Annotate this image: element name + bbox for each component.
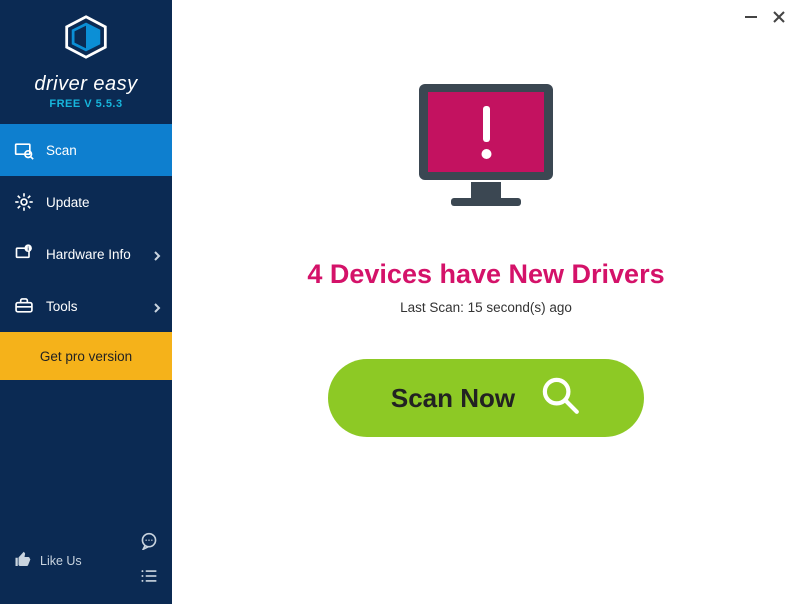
- hardware-info-icon: i: [14, 244, 34, 264]
- window-controls: [744, 10, 786, 24]
- sidebar-item-label: Scan: [46, 143, 77, 158]
- gear-icon: [14, 192, 34, 212]
- sidebar-item-hardware-info[interactable]: i Hardware Info: [0, 228, 172, 280]
- toolbox-icon: [14, 296, 34, 316]
- chevron-right-icon: [152, 301, 162, 311]
- get-pro-button[interactable]: Get pro version: [0, 332, 172, 380]
- brand-block: driver easy FREE V 5.5.3: [0, 0, 172, 120]
- get-pro-label: Get pro version: [40, 349, 132, 364]
- last-scan-text: Last Scan: 15 second(s) ago: [400, 300, 572, 315]
- sidebar-nav: Scan Update i Hardware Info Tools: [0, 124, 172, 332]
- sidebar-bottom-actions: [140, 532, 158, 590]
- chevron-right-icon: [152, 249, 162, 259]
- thumb-up-icon: [14, 551, 40, 572]
- minimize-button[interactable]: [744, 10, 758, 24]
- chat-icon[interactable]: [140, 532, 158, 555]
- headline-text: 4 Devices have New Drivers: [307, 259, 664, 290]
- main-content: 4 Devices have New Drivers Last Scan: 15…: [172, 0, 800, 604]
- brand-subtitle: FREE V 5.5.3: [5, 98, 167, 110]
- sidebar: driver easy FREE V 5.5.3 Scan Update i H…: [0, 0, 172, 604]
- search-icon: [539, 374, 581, 423]
- scan-now-label: Scan Now: [391, 383, 515, 414]
- sidebar-item-update[interactable]: Update: [0, 176, 172, 228]
- sidebar-item-label: Hardware Info: [46, 247, 131, 262]
- sidebar-item-scan[interactable]: Scan: [0, 124, 172, 176]
- brand-name: driver easy: [5, 73, 167, 96]
- close-button[interactable]: [772, 10, 786, 24]
- sidebar-item-label: Tools: [46, 299, 78, 314]
- like-us-label: Like Us: [40, 554, 82, 568]
- sidebar-bottom: Like Us: [0, 522, 172, 604]
- sidebar-item-tools[interactable]: Tools: [0, 280, 172, 332]
- brand-logo-icon: [63, 47, 109, 64]
- menu-icon[interactable]: [140, 567, 158, 590]
- like-us-button[interactable]: Like Us: [14, 551, 82, 572]
- scan-now-button[interactable]: Scan Now: [328, 359, 644, 437]
- monitor-alert-icon: [401, 76, 571, 231]
- scan-icon: [14, 140, 34, 160]
- sidebar-item-label: Update: [46, 195, 90, 210]
